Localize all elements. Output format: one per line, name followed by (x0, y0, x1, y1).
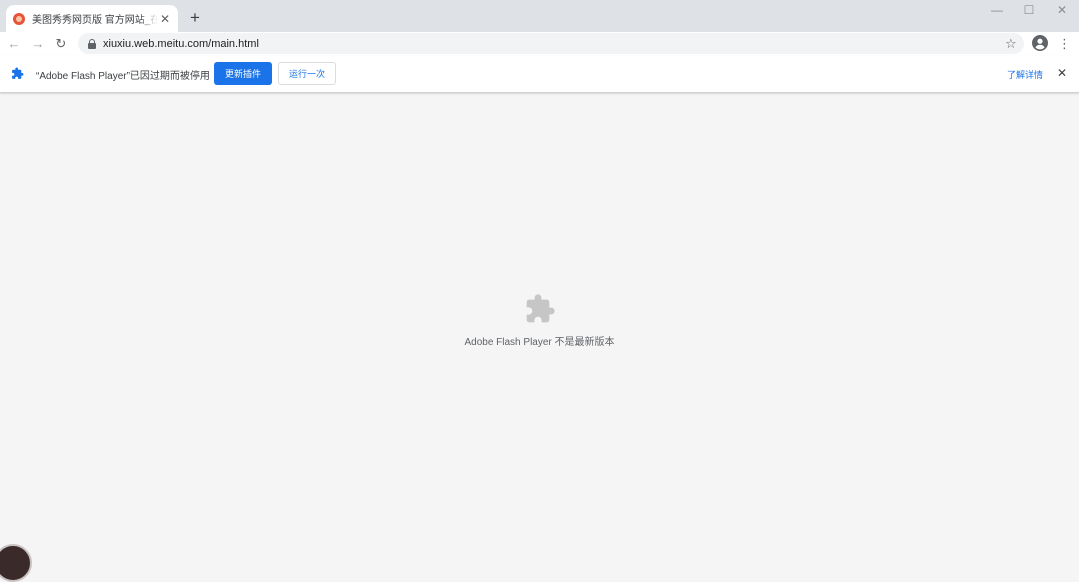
profile-avatar-icon[interactable] (1032, 35, 1048, 51)
browser-toolbar: ← → ↻ xiuxiu.web.meitu.com/main.html ☆ ⋮ (0, 32, 1079, 56)
learn-more-link[interactable]: 了解详情 (1007, 68, 1043, 81)
bookmark-star-icon[interactable]: ☆ (1005, 35, 1017, 53)
browser-tab[interactable]: 美图秀秀网页版 官方网站_在线P ✕ (6, 5, 178, 32)
run-once-button[interactable]: 运行一次 (278, 62, 336, 85)
forward-button[interactable]: → (28, 34, 48, 54)
plugin-puzzle-icon[interactable] (524, 293, 556, 325)
meitu-favicon-icon (13, 12, 25, 25)
infobar-close-icon[interactable]: ✕ (1056, 66, 1068, 80)
tab-title: 美图秀秀网页版 官方网站_在线P (32, 15, 158, 26)
maximize-button[interactable]: ☐ (1012, 0, 1046, 22)
tab-close-icon[interactable]: ✕ (158, 12, 172, 26)
lock-icon[interactable] (88, 38, 96, 49)
more-menu-icon[interactable]: ⋮ (1058, 35, 1071, 52)
window-close-button[interactable]: ✕ (1045, 0, 1079, 22)
tab-strip: 美图秀秀网页版 官方网站_在线P ✕ + — ☐ ✕ (0, 0, 1079, 32)
address-bar[interactable]: xiuxiu.web.meitu.com/main.html (78, 33, 1024, 54)
page-content: Adobe Flash Player 不是最新版本 (0, 93, 1079, 551)
plugin-outdated-message: Adobe Flash Player 不是最新版本 (464, 337, 615, 348)
url-text[interactable]: xiuxiu.web.meitu.com/main.html (103, 38, 259, 50)
reload-button[interactable]: ↻ (51, 34, 71, 54)
avatar (0, 544, 32, 582)
back-button[interactable]: ← (4, 34, 24, 54)
new-tab-button[interactable]: + (186, 9, 204, 27)
puzzle-icon (12, 67, 24, 79)
update-plugin-button[interactable]: 更新插件 (214, 62, 272, 85)
flash-infobar: “Adobe Flash Player”已因过期而被停用 更新插件 运行一次 了… (0, 56, 1079, 93)
minimize-button[interactable]: — (980, 0, 1014, 22)
infobar-message: “Adobe Flash Player”已因过期而被停用 (36, 71, 210, 82)
